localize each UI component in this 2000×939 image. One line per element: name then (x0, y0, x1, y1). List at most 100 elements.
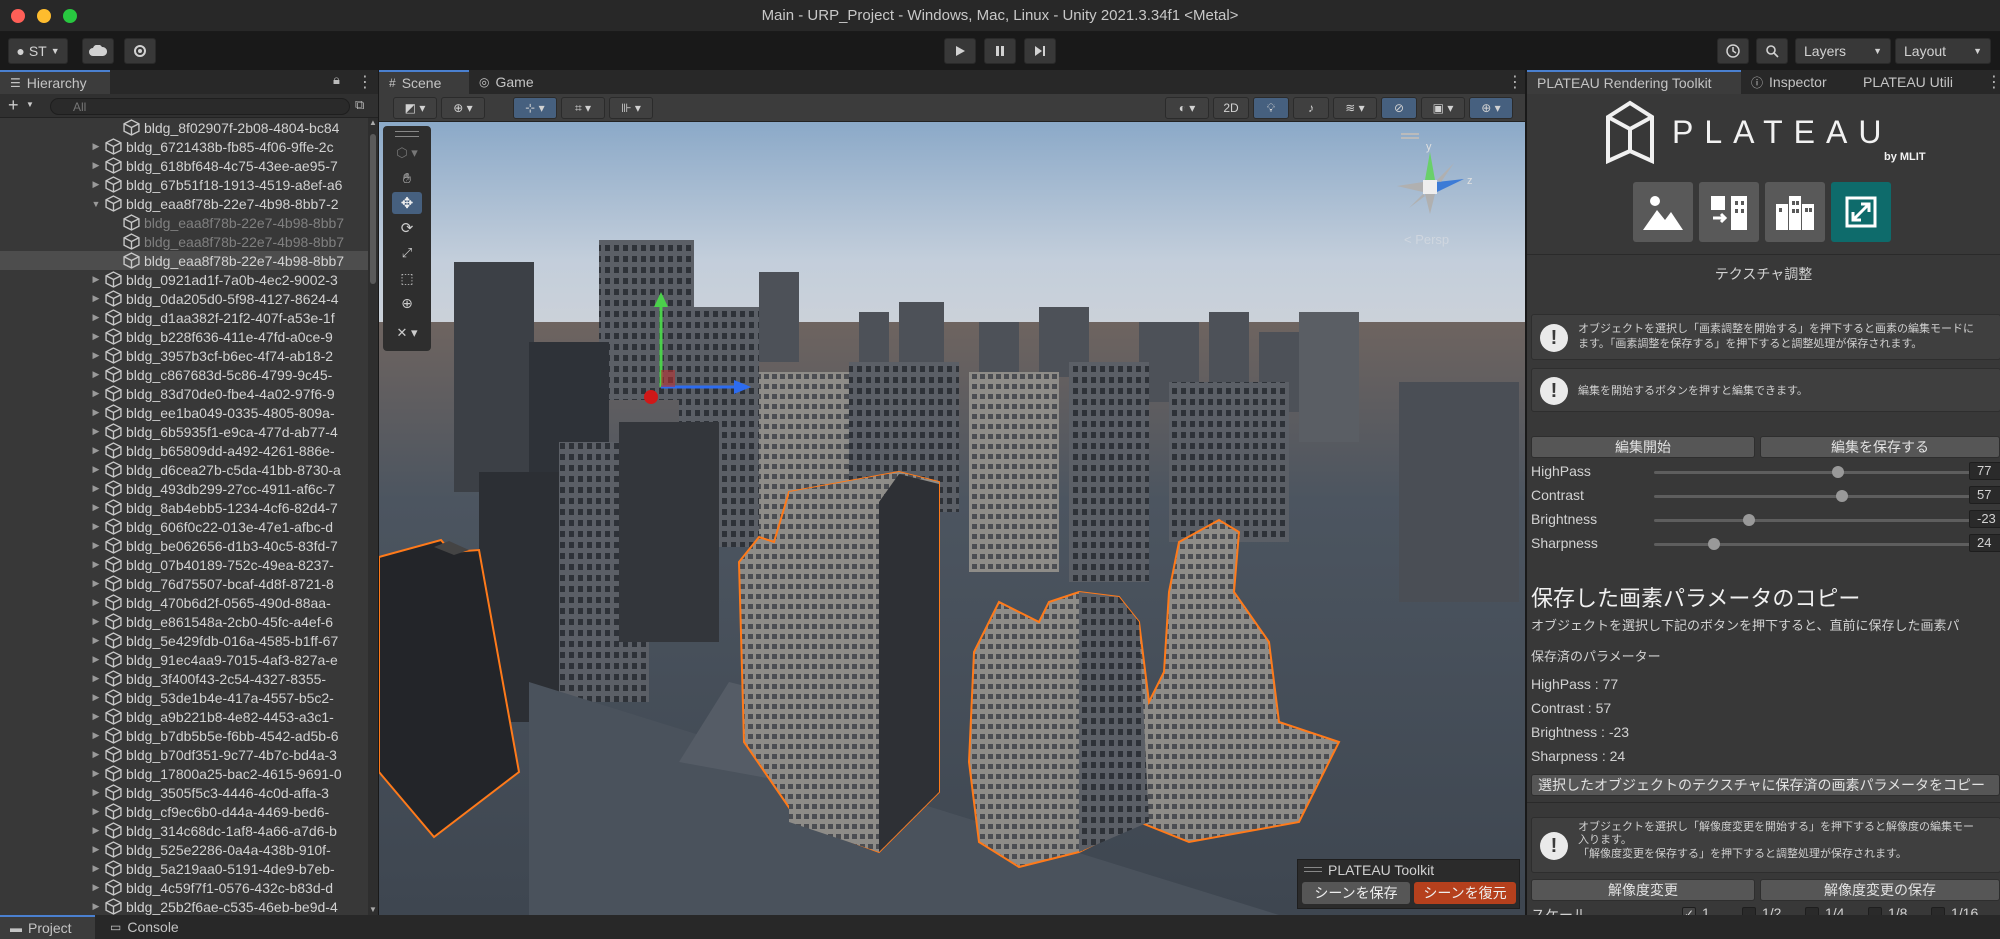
city-generation-tool-button[interactable] (1765, 182, 1825, 242)
scale-checkbox[interactable] (1868, 907, 1882, 915)
hierarchy-row[interactable]: ▶ bldg_3505f5c3-4446-4c0d-affa-3 (0, 783, 368, 802)
expand-arrow-right-icon[interactable]: ▶ (90, 768, 102, 779)
expand-arrow-right-icon[interactable]: ▶ (90, 312, 102, 323)
hierarchy-row[interactable]: ▶ bldg_76d75507-bcaf-4d8f-8721-8 (0, 574, 368, 593)
hierarchy-row[interactable]: ▶ bldg_493db299-27cc-4911-af6c-7 (0, 479, 368, 498)
resolution-change-button[interactable]: 解像度変更 (1531, 879, 1755, 901)
rect-tool-button[interactable]: ⬚ (392, 267, 422, 289)
expand-arrow-right-icon[interactable]: ▶ (90, 464, 102, 475)
tab-plateau-utilities[interactable]: PLATEAU Utili (1853, 70, 1981, 94)
expand-arrow-right-icon[interactable]: ▶ (90, 179, 102, 190)
scale-checkbox[interactable]: ✓ (1682, 907, 1696, 915)
snap-toggle[interactable]: ⊹ ▾ (513, 97, 557, 119)
expand-arrow-right-icon[interactable]: ▶ (90, 483, 102, 494)
hierarchy-row[interactable]: ▶ bldg_4c59f7f1-0576-432c-b83d-d (0, 878, 368, 897)
hierarchy-row[interactable]: bldg_eaa8f78b-22e7-4b98-8bb7 (0, 251, 368, 270)
effects-dropdown[interactable]: ≋ ▾ (1333, 97, 1377, 119)
hierarchy-row[interactable]: ▶ bldg_c867683d-5c86-4799-9c45- (0, 365, 368, 384)
resolution-save-button[interactable]: 解像度変更の保存 (1760, 879, 2000, 901)
edit-start-button[interactable]: 編集開始 (1531, 436, 1755, 458)
expand-arrow-right-icon[interactable]: ▶ (90, 825, 102, 836)
expand-arrow-right-icon[interactable]: ▶ (90, 540, 102, 551)
expand-arrow-right-icon[interactable]: ▶ (90, 331, 102, 342)
expand-arrow-right-icon[interactable]: ▶ (90, 711, 102, 722)
tab-inspector[interactable]: ⓘ Inspector (1741, 70, 1853, 94)
lock-icon[interactable]: 🔒︎ (333, 72, 340, 88)
hierarchy-row[interactable]: ▶ bldg_a9b221b8-4e82-4453-a3c1- (0, 707, 368, 726)
shading-mode-dropdown[interactable]: ◐ ▾ (1165, 97, 1209, 119)
scale-checkbox[interactable] (1931, 907, 1945, 915)
expand-arrow-right-icon[interactable]: ▶ (90, 160, 102, 171)
expand-arrow-right-icon[interactable]: ▶ (90, 616, 102, 627)
gizmos-dropdown[interactable]: ⊕ ▾ (1469, 97, 1513, 119)
hierarchy-row[interactable]: ▶ bldg_17800a25-bac2-4615-9691-0 (0, 764, 368, 783)
hierarchy-scrollbar[interactable]: ▲ ▼ (368, 118, 378, 915)
slider-thumb[interactable] (1743, 514, 1756, 526)
expand-arrow-right-icon[interactable]: ▶ (90, 749, 102, 760)
slider-value-highpass[interactable]: 77 (1969, 462, 2000, 480)
panel-menu-icon[interactable]: ⋮ (1507, 72, 1523, 92)
2d-toggle[interactable]: 2D (1213, 97, 1249, 119)
hierarchy-row[interactable]: ▶ bldg_3f400f43-2c54-4327-8355- (0, 669, 368, 688)
scene-visibility-icon[interactable]: ⧉ (355, 97, 364, 113)
tab-rendering-toolkit[interactable]: PLATEAU Rendering Toolkit (1527, 70, 1741, 94)
hierarchy-row[interactable]: ▶ bldg_53de1b4e-417a-4557-b5c2- (0, 688, 368, 707)
globe-dropdown[interactable]: ⊕ ▾ (441, 97, 485, 119)
building-texture-tool-button[interactable] (1699, 182, 1759, 242)
camera-dropdown[interactable]: ▣ ▾ (1421, 97, 1465, 119)
save-scene-button[interactable]: シーンを保存 (1302, 882, 1410, 904)
scale-checkbox[interactable] (1742, 907, 1756, 915)
hierarchy-row[interactable]: bldg_eaa8f78b-22e7-4b98-8bb7 (0, 232, 368, 251)
hierarchy-row[interactable]: ▶ bldg_5a219aa0-5191-4de9-b7eb- (0, 859, 368, 878)
hierarchy-row[interactable]: ▶ bldg_606f0c22-013e-47e1-afbc-d (0, 517, 368, 536)
hand-tool-button[interactable]: ✋︎ (392, 167, 422, 189)
expand-arrow-right-icon[interactable]: ▶ (90, 806, 102, 817)
expand-arrow-right-icon[interactable]: ▶ (90, 274, 102, 285)
move-tool-button[interactable]: ✥ (392, 192, 422, 214)
hierarchy-row[interactable]: bldg_eaa8f78b-22e7-4b98-8bb7 (0, 213, 368, 232)
restore-scene-button[interactable]: シーンを復元 (1414, 882, 1516, 904)
expand-arrow-down-icon[interactable]: ▼ (90, 199, 102, 209)
play-button[interactable] (944, 38, 976, 64)
pause-button[interactable] (984, 38, 1016, 64)
collab-settings-button[interactable] (124, 38, 156, 64)
hierarchy-row[interactable]: ▶ bldg_ee1ba049-0335-4805-809a- (0, 403, 368, 422)
expand-arrow-right-icon[interactable]: ▶ (90, 141, 102, 152)
palette-drag-handle[interactable] (395, 131, 419, 137)
hierarchy-row[interactable]: ▶ bldg_b228f636-411e-47fd-a0ce-9 (0, 327, 368, 346)
hierarchy-row[interactable]: ▶ bldg_8ab4ebb5-1234-4cf6-82d4-7 (0, 498, 368, 517)
hierarchy-row[interactable]: ▶ bldg_67b51f18-1913-4519-a8ef-a6 (0, 175, 368, 194)
expand-arrow-right-icon[interactable]: ▶ (90, 426, 102, 437)
expand-arrow-right-icon[interactable]: ▶ (90, 578, 102, 589)
expand-arrow-right-icon[interactable]: ▶ (90, 863, 102, 874)
slider-track-sharpness[interactable] (1654, 538, 1972, 550)
hierarchy-row[interactable]: ▶ bldg_3957b3cf-b6ec-4f74-ab18-2 (0, 346, 368, 365)
scene-viewport[interactable]: y z < Persp ⬡ ▾ ✋︎ ✥ ⟳ ⤢ ⬚ ⊕ ✕ ▾ PLATEAU… (379, 122, 1525, 915)
draw-mode-dropdown[interactable]: ◩ ▾ (393, 97, 437, 119)
texture-adjust-tool-button[interactable] (1831, 182, 1891, 242)
hierarchy-row[interactable]: ▶ bldg_b65809dd-a492-4261-886e- (0, 441, 368, 460)
hierarchy-row[interactable]: ▶ bldg_cf9ec6b0-d44a-4469-bed6- (0, 802, 368, 821)
hierarchy-row[interactable]: ▶ bldg_5e429fdb-016a-4585-b1ff-67 (0, 631, 368, 650)
copy-params-button[interactable]: 選択したオブジェクトのテクスチャに保存済の画素パラメータをコピー (1531, 774, 2000, 796)
audio-toggle[interactable]: ♪ (1293, 97, 1329, 119)
slider-value-brightness[interactable]: -23 (1969, 510, 2000, 528)
slider-track-highpass[interactable] (1654, 466, 1972, 478)
expand-arrow-right-icon[interactable]: ▶ (90, 730, 102, 741)
expand-arrow-right-icon[interactable]: ▶ (90, 521, 102, 532)
tab-game[interactable]: ◎ Game (469, 70, 554, 94)
hierarchy-row[interactable]: ▶ bldg_83d70de0-fbe4-4a02-97f6-9 (0, 384, 368, 403)
expand-arrow-right-icon[interactable]: ▶ (90, 407, 102, 418)
hierarchy-row[interactable]: ▶ bldg_be062656-d1b3-40c5-83fd-7 (0, 536, 368, 555)
tool-context-dropdown[interactable]: ⬡ ▾ (392, 142, 422, 164)
layers-dropdown[interactable]: Layers ▼ (1795, 38, 1891, 64)
scroll-up-icon[interactable]: ▲ (369, 118, 377, 127)
slider-thumb[interactable] (1835, 490, 1848, 502)
expand-arrow-right-icon[interactable]: ▶ (90, 502, 102, 513)
tab-hierarchy[interactable]: ☰ Hierarchy (0, 70, 110, 94)
overlay-drag-handle[interactable] (1304, 867, 1322, 872)
increment-snap-dropdown[interactable]: ⊪ ▾ (609, 97, 653, 119)
tab-scene[interactable]: # Scene (379, 70, 469, 94)
slider-value-sharpness[interactable]: 24 (1969, 534, 2000, 552)
hierarchy-row[interactable]: ▶ bldg_e861548a-2cb0-45fc-a4ef-6 (0, 612, 368, 631)
